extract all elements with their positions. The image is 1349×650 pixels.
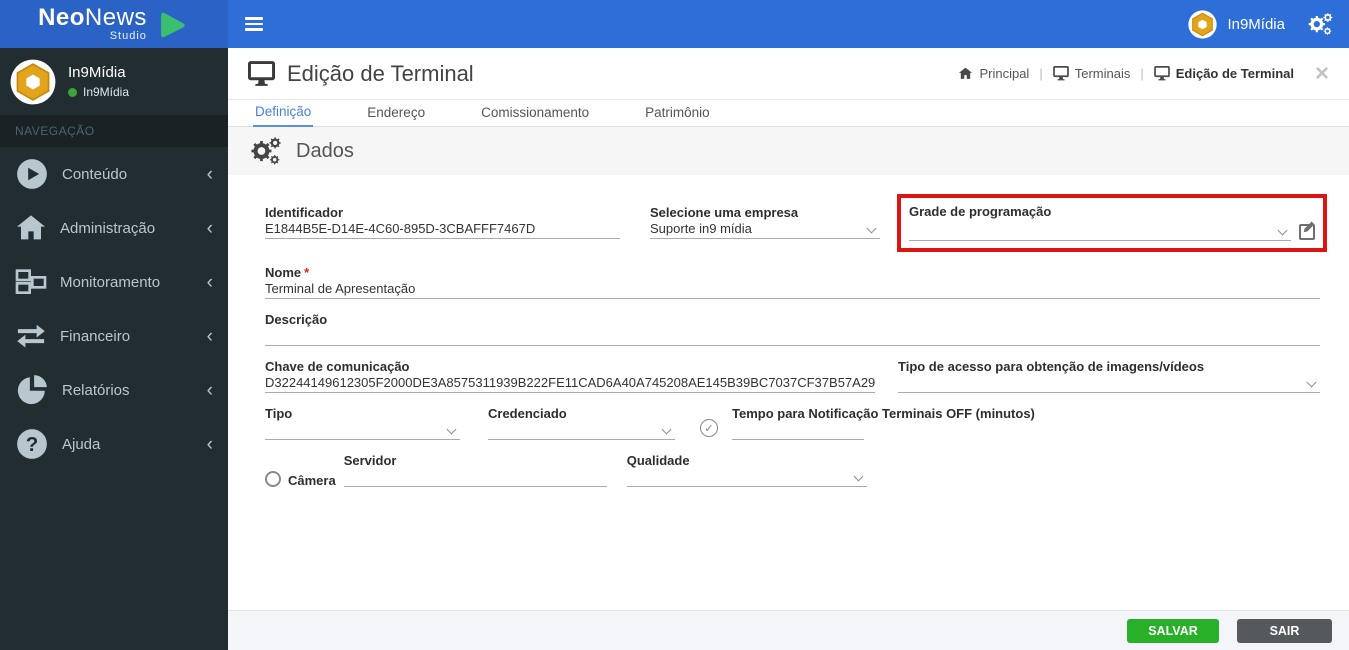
main-content: Edição de Terminal Principal | Terminais… [228,48,1349,650]
page-title: Edição de Terminal [248,61,474,87]
breadcrumb: Principal | Terminais | Edição de Termin… [958,61,1329,86]
grade-highlight-box: Grade de programação [897,194,1327,252]
cogs-icon [249,136,283,167]
identificador-field[interactable]: E1844B5E-D14E-4C60-895D-3CBAFFF7467D [265,220,620,239]
chave-field[interactable]: D32244149612305F2000DE3A8575311939B222FE… [265,374,875,393]
breadcrumb-principal[interactable]: Principal [958,66,1029,81]
tipo-label: Tipo [265,406,293,421]
chevron-left-icon: ‹ [206,217,213,239]
descricao-label: Descrição [265,312,328,327]
brand-name: NeoNews [38,4,147,31]
descricao-field[interactable] [265,327,1320,346]
servidor-field[interactable] [343,468,607,487]
sidebar-item-financeiro[interactable]: Financeiro ‹ [0,309,228,363]
camera-radio[interactable] [265,471,281,487]
required-asterisk: * [304,265,310,280]
chevron-down-icon [853,471,864,482]
nome-label: Nome * [265,265,310,280]
camera-label: Câmera [288,473,336,488]
settings-cogs-icon[interactable] [1307,12,1334,37]
section-title: Dados [296,139,354,162]
question-circle-icon [17,429,47,459]
chevron-left-icon: ‹ [206,163,213,185]
tab-bar: Definição Endereço Comissionamento Patri… [228,100,1349,127]
sidebar-item-monitoramento[interactable]: Monitoramento ‹ [0,255,228,309]
home-icon [959,67,973,79]
chave-label: Chave de comunicação [265,359,410,374]
play-circle-icon [17,159,47,189]
navigation-label: NAVEGAÇÃO [0,115,228,147]
pie-chart-icon [17,375,47,405]
sidebar-user-panel[interactable]: In9Mídia In9Mídia [0,48,228,115]
check-circle-icon[interactable]: ✓ [700,419,718,437]
nome-field[interactable]: Terminal de Apresentação [265,280,1320,299]
app-logo[interactable]: NeoNews Studio [0,0,228,48]
breadcrumb-edicao-de-terminal: Edição de Terminal [1153,66,1294,81]
monitor-icon [1153,66,1170,81]
identificador-label: Identificador [265,205,344,220]
grade-select[interactable] [909,222,1291,241]
screens-icon [15,269,47,294]
tab-endereco[interactable]: Endereço [365,101,427,126]
topbar-avatar[interactable] [1188,9,1218,39]
chevron-down-icon [446,424,457,435]
qualidade-label: Qualidade [626,453,690,468]
qualidade-select[interactable] [626,468,867,487]
sidebar-item-conteudo[interactable]: Conteúdo ‹ [0,147,228,201]
credenciado-label: Credenciado [488,406,567,421]
chevron-left-icon: ‹ [206,433,213,455]
sidebar-item-ajuda[interactable]: Ajuda ‹ [0,417,228,471]
avatar [10,58,56,105]
online-status-icon [68,87,77,97]
tipo-select[interactable] [265,421,460,440]
section-header: Dados [228,127,1349,175]
breadcrumb-terminais[interactable]: Terminais [1052,66,1130,81]
exchange-arrows-icon [17,324,45,348]
hamburger-menu-icon[interactable] [245,14,263,34]
credenciado-select[interactable] [488,421,675,440]
sidebar-user-status: In9Mídia [83,85,130,99]
tab-definicao[interactable]: Definição [253,100,314,127]
home-icon [17,215,45,240]
servidor-label: Servidor [343,453,397,468]
grade-label: Grade de programação [909,204,1052,219]
page-header: Edição de Terminal Principal | Terminais… [228,48,1349,100]
tab-patrimonio[interactable]: Patrimônio [643,101,712,126]
terminal-form: Identificador E1844B5E-D14E-4C60-895D-3C… [228,175,1349,488]
sidebar-item-administracao[interactable]: Administração ‹ [0,201,228,255]
empresa-label: Selecione uma empresa [650,205,799,220]
edit-icon[interactable] [1299,221,1315,240]
monitor-icon [1052,66,1069,81]
tempo-off-label: Tempo para Notificação Terminais OFF (mi… [732,406,1035,421]
empresa-select[interactable]: Suporte in9 mídia [650,220,880,239]
chevron-down-icon [1306,377,1317,388]
chevron-left-icon: ‹ [206,325,213,347]
chevron-down-icon [661,424,672,435]
tab-comissionamento[interactable]: Comissionamento [479,101,591,126]
tipo-acesso-label: Tipo de acesso para obtenção de imagens/… [898,359,1205,374]
chevron-left-icon: ‹ [206,271,213,293]
close-icon[interactable]: × [1315,61,1329,86]
sidebar-user-name: In9Mídia [68,64,126,81]
play-logo-icon [161,11,186,37]
chevron-left-icon: ‹ [206,379,213,401]
save-button[interactable]: SALVAR [1127,618,1219,643]
tempo-off-field[interactable] [732,421,864,440]
exit-button[interactable]: SAIR [1237,618,1332,643]
sidebar-item-relatorios[interactable]: Relatórios ‹ [0,363,228,417]
sidebar-menu: Conteúdo ‹ Administração ‹ Monitoramento… [0,147,228,471]
action-footer: SALVAR SAIR [228,610,1349,650]
monitor-icon [248,60,275,87]
tipo-acesso-select[interactable] [898,374,1320,393]
topbar: In9Mídia [228,0,1349,48]
chevron-down-icon [1277,225,1288,236]
sidebar: NeoNews Studio In9Mídia In9Mídia NAVEGAÇ… [0,0,228,650]
topbar-user-name[interactable]: In9Mídia [1227,16,1285,33]
chevron-down-icon [866,223,877,234]
brand-subtitle: Studio [109,30,147,42]
